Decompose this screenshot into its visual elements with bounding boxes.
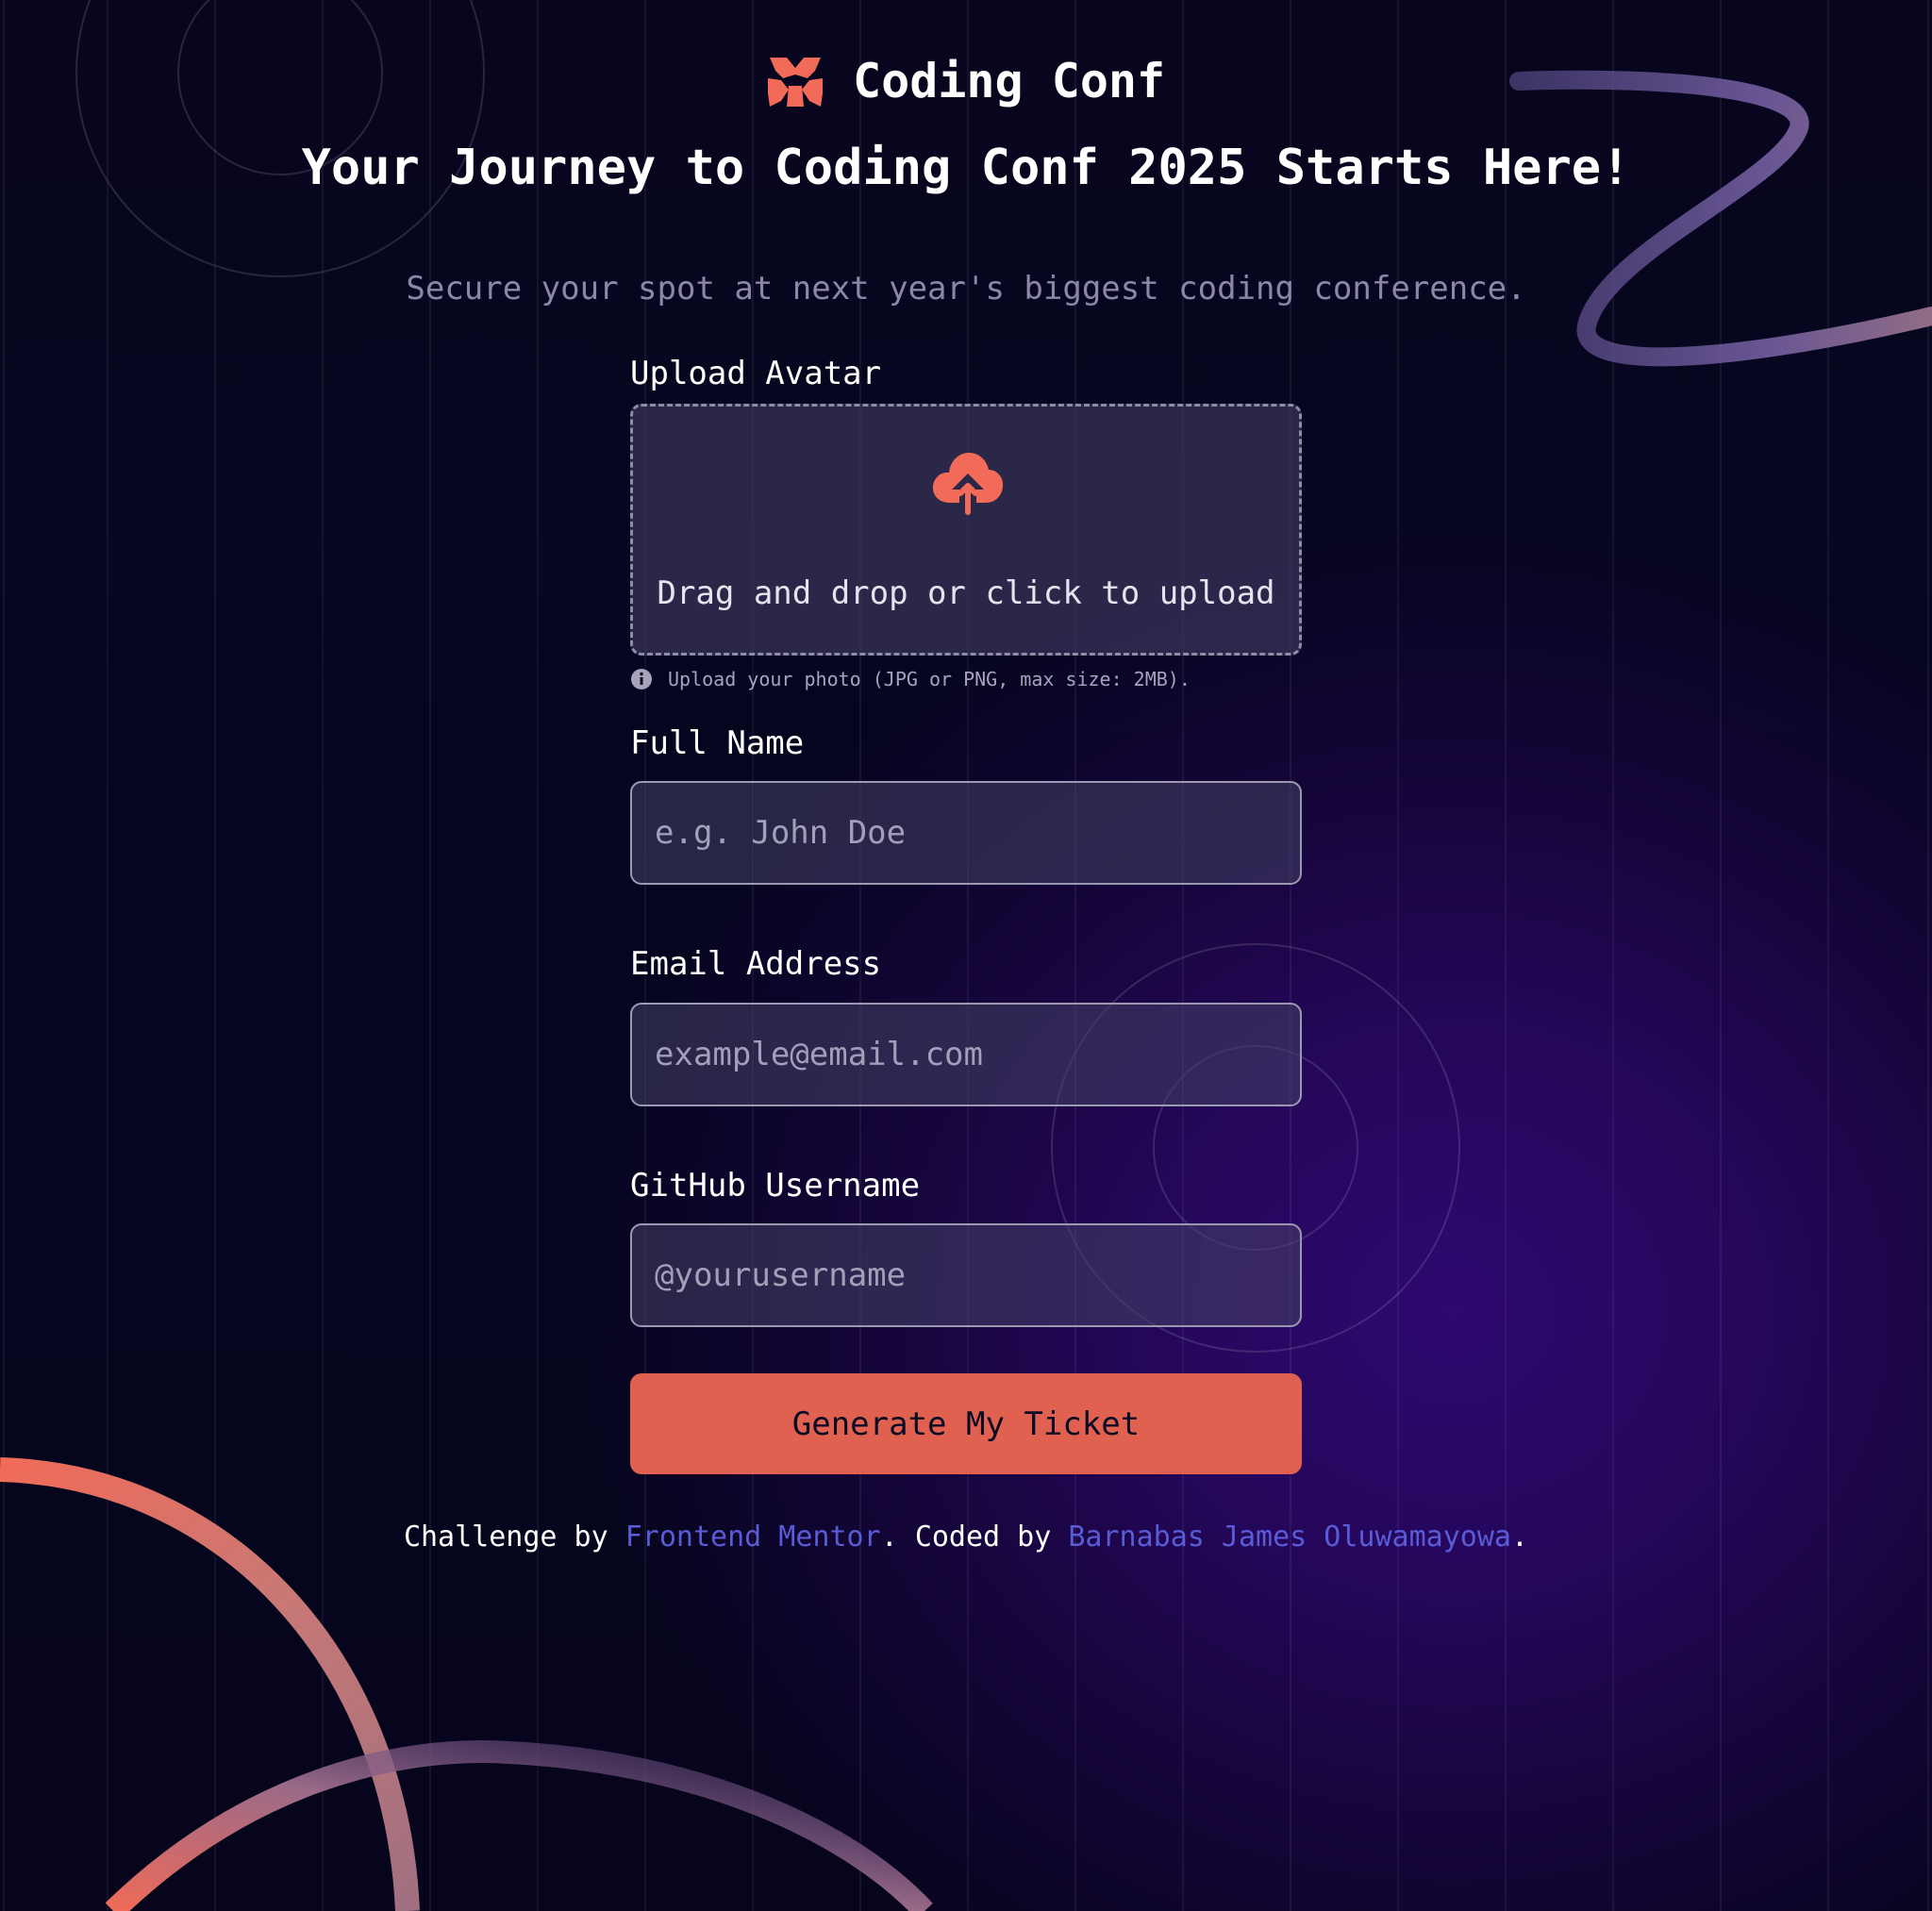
upload-hint-text: Upload your photo (JPG or PNG, max size:… bbox=[668, 668, 1191, 690]
avatar-dropzone[interactable]: Drag and drop or click to upload bbox=[630, 404, 1302, 656]
github-username-input[interactable] bbox=[655, 1256, 1277, 1294]
bg-squiggle bbox=[1509, 70, 1932, 367]
footer: Challenge by Frontend Mentor. Coded by B… bbox=[0, 1520, 1932, 1554]
github-username-label: GitHub Username bbox=[630, 1167, 921, 1205]
upload-cloud-icon bbox=[931, 450, 1005, 516]
email-input[interactable] bbox=[655, 1036, 1277, 1073]
frontend-mentor-link[interactable]: Frontend Mentor bbox=[625, 1520, 881, 1554]
footer-separator: . bbox=[880, 1520, 898, 1554]
author-link[interactable]: Barnabas James Oluwamayowa bbox=[1068, 1520, 1511, 1554]
page-subtitle: Secure your spot at next year's biggest … bbox=[406, 270, 1526, 307]
footer-challenge-text: Challenge by bbox=[403, 1520, 608, 1554]
logo-text: Coding Conf bbox=[853, 54, 1166, 108]
coding-conf-logo-icon bbox=[766, 52, 824, 110]
github-username-field[interactable] bbox=[630, 1223, 1302, 1327]
footer-coded-by-text: Coded by bbox=[914, 1520, 1052, 1554]
email-field[interactable] bbox=[630, 1003, 1302, 1106]
logo: Coding Conf bbox=[766, 51, 1165, 111]
upload-hint: Upload your photo (JPG or PNG, max size:… bbox=[630, 666, 1191, 692]
full-name-input[interactable] bbox=[655, 814, 1277, 852]
full-name-field[interactable] bbox=[630, 781, 1302, 885]
generate-ticket-button[interactable]: Generate My Ticket bbox=[630, 1373, 1302, 1474]
bg-arc bbox=[105, 1740, 933, 1911]
info-icon bbox=[631, 669, 652, 690]
bg-circle-outer bbox=[75, 0, 485, 277]
dropzone-text: Drag and drop or click to upload bbox=[657, 574, 1275, 612]
footer-end: . bbox=[1510, 1520, 1529, 1554]
upload-avatar-label: Upload Avatar bbox=[630, 355, 882, 392]
email-label: Email Address bbox=[630, 945, 882, 983]
full-name-label: Full Name bbox=[630, 724, 805, 762]
page-title: Your Journey to Coding Conf 2025 Starts … bbox=[301, 140, 1631, 196]
